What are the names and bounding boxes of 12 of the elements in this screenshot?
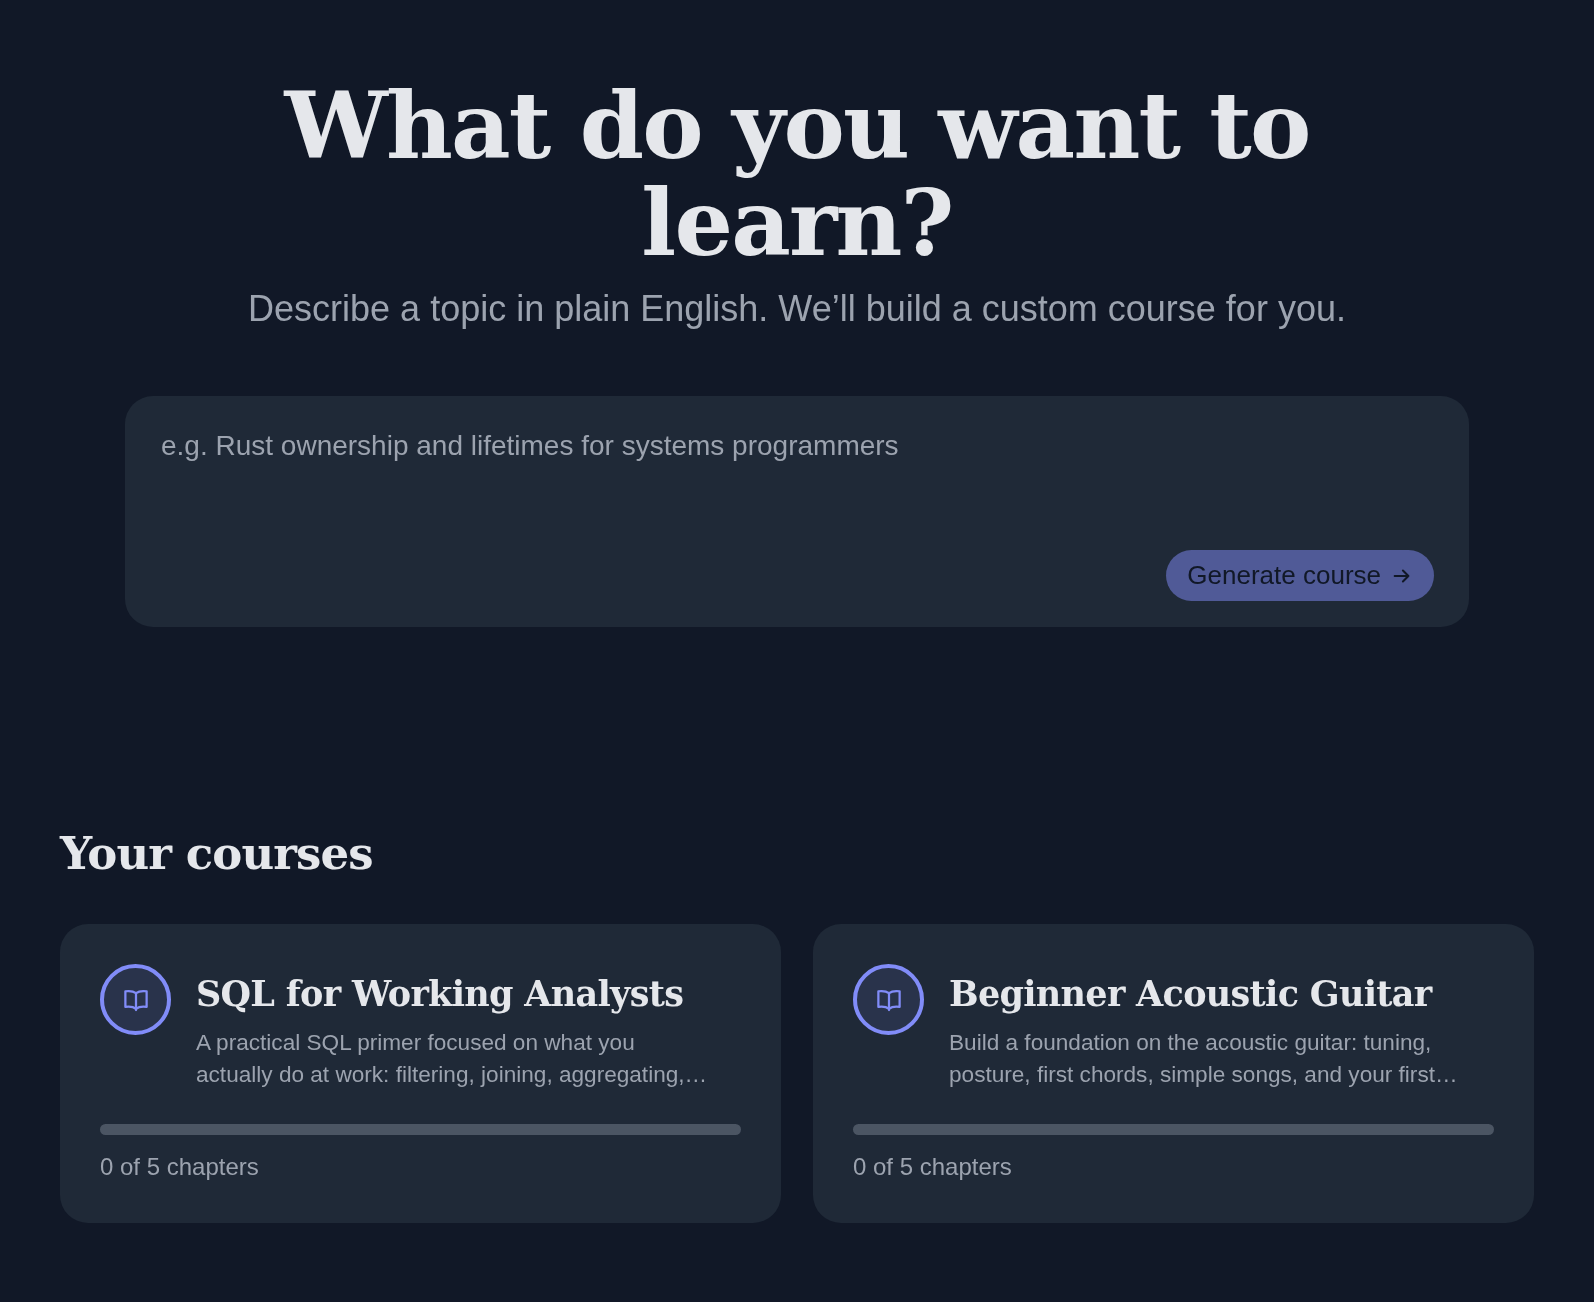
course-card[interactable]: SQL for Working Analysts A practical SQL primer focused on what you actually do at work: filtering, joining, aggregating,… 0 of 5 chapters bbox=[60, 924, 781, 1223]
progress-text: 0 of 5 chapters bbox=[100, 1153, 259, 1181]
course-title: SQL for Working Analysts bbox=[196, 972, 684, 1016]
page-title: What do you want to learn? bbox=[282, 78, 1311, 272]
course-card[interactable]: Beginner Acoustic Guitar Build a foundation on the acoustic guitar: tuning, posture, first chords, simple songs, and your first… 0 of 5 chapters bbox=[813, 924, 1534, 1223]
course-description: A practical SQL primer focused on what you actually do at work: filtering, joining, aggregating,… bbox=[196, 1029, 709, 1089]
progress-text: 0 of 5 chapters bbox=[853, 1153, 1012, 1181]
course-title: Beginner Acoustic Guitar bbox=[949, 972, 1432, 1016]
section-heading: Your courses bbox=[60, 826, 373, 882]
page-subtitle: Describe a topic in plain English. We’ll build a custom course for you. bbox=[248, 287, 1346, 331]
prompt-field[interactable]: e.g. Rust ownership and lifetimes for systems programmers bbox=[161, 429, 1434, 550]
course-description: Build a foundation on the acoustic guitar: tuning, posture, first chords, simple songs, and your first… bbox=[949, 1029, 1459, 1089]
